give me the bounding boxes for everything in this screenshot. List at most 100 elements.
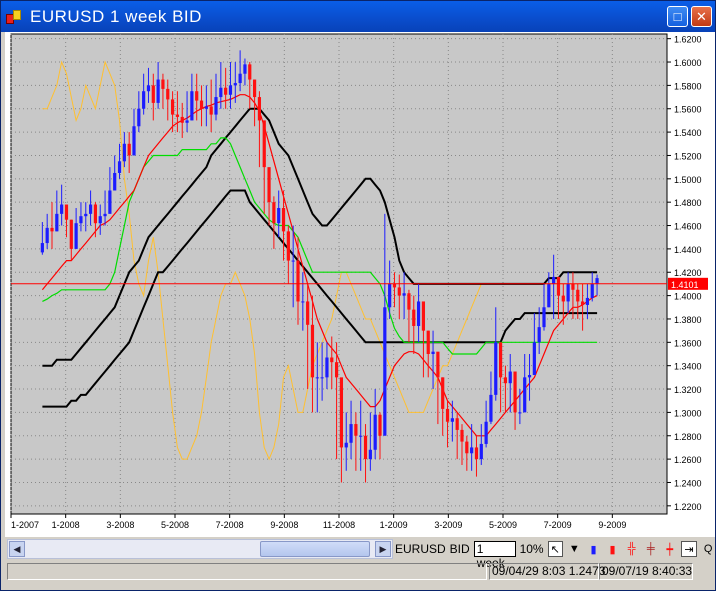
candle-body	[40, 243, 44, 253]
candle-body	[590, 283, 594, 298]
candle-body	[137, 108, 141, 127]
candle-body	[344, 442, 348, 448]
price-tick-label: 1.5600	[674, 105, 702, 115]
price-axis: 1.6200 1.6000 1.5800 1.5600 1.5400 1.5200 1.50…	[674, 35, 702, 512]
candle-body	[296, 260, 300, 302]
scroll-right-button[interactable]: ▶	[375, 541, 391, 557]
candle-bear-icon[interactable]: ▮	[605, 541, 620, 557]
candle-body	[151, 85, 155, 103]
candle-body	[498, 342, 503, 378]
candle-body	[542, 307, 546, 328]
candle-body	[595, 278, 599, 284]
candle-body	[556, 276, 561, 296]
candle-body	[397, 287, 401, 296]
time-tick-label: 5-2008	[161, 520, 189, 530]
candle-body	[537, 327, 541, 343]
candle-body	[60, 204, 64, 214]
candle-body	[513, 371, 517, 413]
candle-body	[233, 83, 237, 86]
status-field-empty	[7, 563, 487, 580]
app-icon	[5, 8, 23, 26]
candle-body	[185, 120, 189, 123]
horizontal-scrollbar[interactable]: ◀ ▶	[7, 539, 393, 559]
price-tick-label: 1.5800	[674, 81, 702, 91]
candle-body	[489, 394, 493, 422]
candle-body	[175, 114, 180, 117]
candle-body	[146, 85, 151, 92]
candle-body	[426, 330, 430, 354]
candle-body	[436, 351, 440, 378]
candles-red-icon[interactable]: ╬	[624, 541, 639, 557]
candle-body	[484, 421, 488, 444]
candle-body	[334, 362, 339, 378]
candle-body	[291, 260, 295, 262]
chart-area[interactable]: 1.6200 1.6000 1.5800 1.5600 1.5400 1.5200 1.50…	[5, 32, 715, 537]
candle-body	[566, 283, 570, 302]
scroll-end-icon[interactable]: ⇥	[681, 541, 697, 557]
candle-bull-icon[interactable]: ▮	[586, 541, 601, 557]
candle-body	[117, 161, 122, 173]
time-tick-label: 9-2008	[270, 520, 298, 530]
candle-body	[74, 223, 78, 249]
dropdown-arrow-icon[interactable]: ▼	[567, 541, 582, 557]
candle-body	[503, 377, 508, 384]
scroll-left-button[interactable]: ◀	[9, 541, 25, 557]
candle-body	[50, 227, 54, 232]
period-select[interactable]: 1 week	[473, 541, 516, 570]
maximize-icon: □	[673, 9, 682, 24]
candle-body	[571, 283, 575, 290]
candle-body	[180, 116, 184, 123]
price-tick-label: 1.2600	[674, 455, 702, 465]
candle-body	[315, 377, 319, 379]
candle-body	[580, 301, 585, 305]
candle-body	[55, 213, 59, 232]
candle-body	[224, 87, 228, 95]
price-tick-label: 1.2800	[674, 432, 702, 442]
time-tick-label: 11-2008	[323, 520, 355, 530]
cursor-icon[interactable]: ↖	[547, 541, 563, 557]
time-tick-label: 3-2009	[434, 520, 462, 530]
candle-body	[494, 342, 498, 395]
status-bar: 09/04/29 8:03 1.2473 09/07/19 8:40:33	[5, 563, 715, 580]
candle-body	[214, 97, 218, 115]
price-tick-label: 1.6000	[674, 58, 702, 68]
candle-body	[523, 377, 527, 413]
candle-body	[286, 231, 290, 261]
zoom-label[interactable]: 10%	[520, 542, 544, 556]
candles-mixed-icon[interactable]: ╪	[643, 541, 658, 557]
candle-body	[195, 91, 199, 101]
candle-body	[45, 227, 49, 244]
scroll-thumb[interactable]	[260, 541, 370, 557]
candle-body	[585, 297, 590, 305]
candle-body	[142, 91, 146, 109]
candle-body	[277, 208, 281, 224]
price-tick-label: 1.4000	[674, 292, 702, 302]
price-chart[interactable]: 1.6200 1.6000 1.5800 1.5600 1.5400 1.5200 1.50…	[5, 32, 715, 537]
candle-body	[190, 91, 194, 121]
close-icon: ✕	[696, 8, 707, 24]
time-tick-label: 5-2009	[489, 520, 517, 530]
candle-body	[219, 87, 223, 98]
candle-body	[474, 447, 479, 460]
candle-body	[561, 295, 565, 302]
search-q-icon[interactable]: Q	[701, 541, 716, 557]
title-bar[interactable]: EURUSD 1 week BID □ ✕	[1, 1, 715, 32]
toolbar-fields: EURUSD BID 1 week 10% ↖ ▼ ▮ ▮ ╬ ╪ ┿ ⇥ Q	[395, 539, 716, 570]
candle-body	[470, 447, 474, 454]
candle-body	[576, 289, 580, 302]
candle-body	[281, 208, 286, 232]
maximize-button[interactable]: □	[667, 6, 688, 27]
candle-body	[465, 441, 469, 454]
candle-body	[363, 435, 368, 460]
candle-body	[64, 204, 69, 220]
bars-icon[interactable]: ┿	[662, 541, 677, 557]
close-button[interactable]: ✕	[691, 6, 712, 27]
candle-body	[330, 357, 334, 363]
candle-body	[508, 371, 512, 384]
time-tick-label: 3-2008	[106, 520, 134, 530]
price-tick-label: 1.2200	[674, 502, 702, 512]
candle-body	[243, 64, 247, 74]
candle-body	[402, 293, 406, 296]
status-range: 09/04/29 8:03 1.2473	[489, 563, 605, 580]
price-tick-label: 1.4800	[674, 198, 702, 208]
